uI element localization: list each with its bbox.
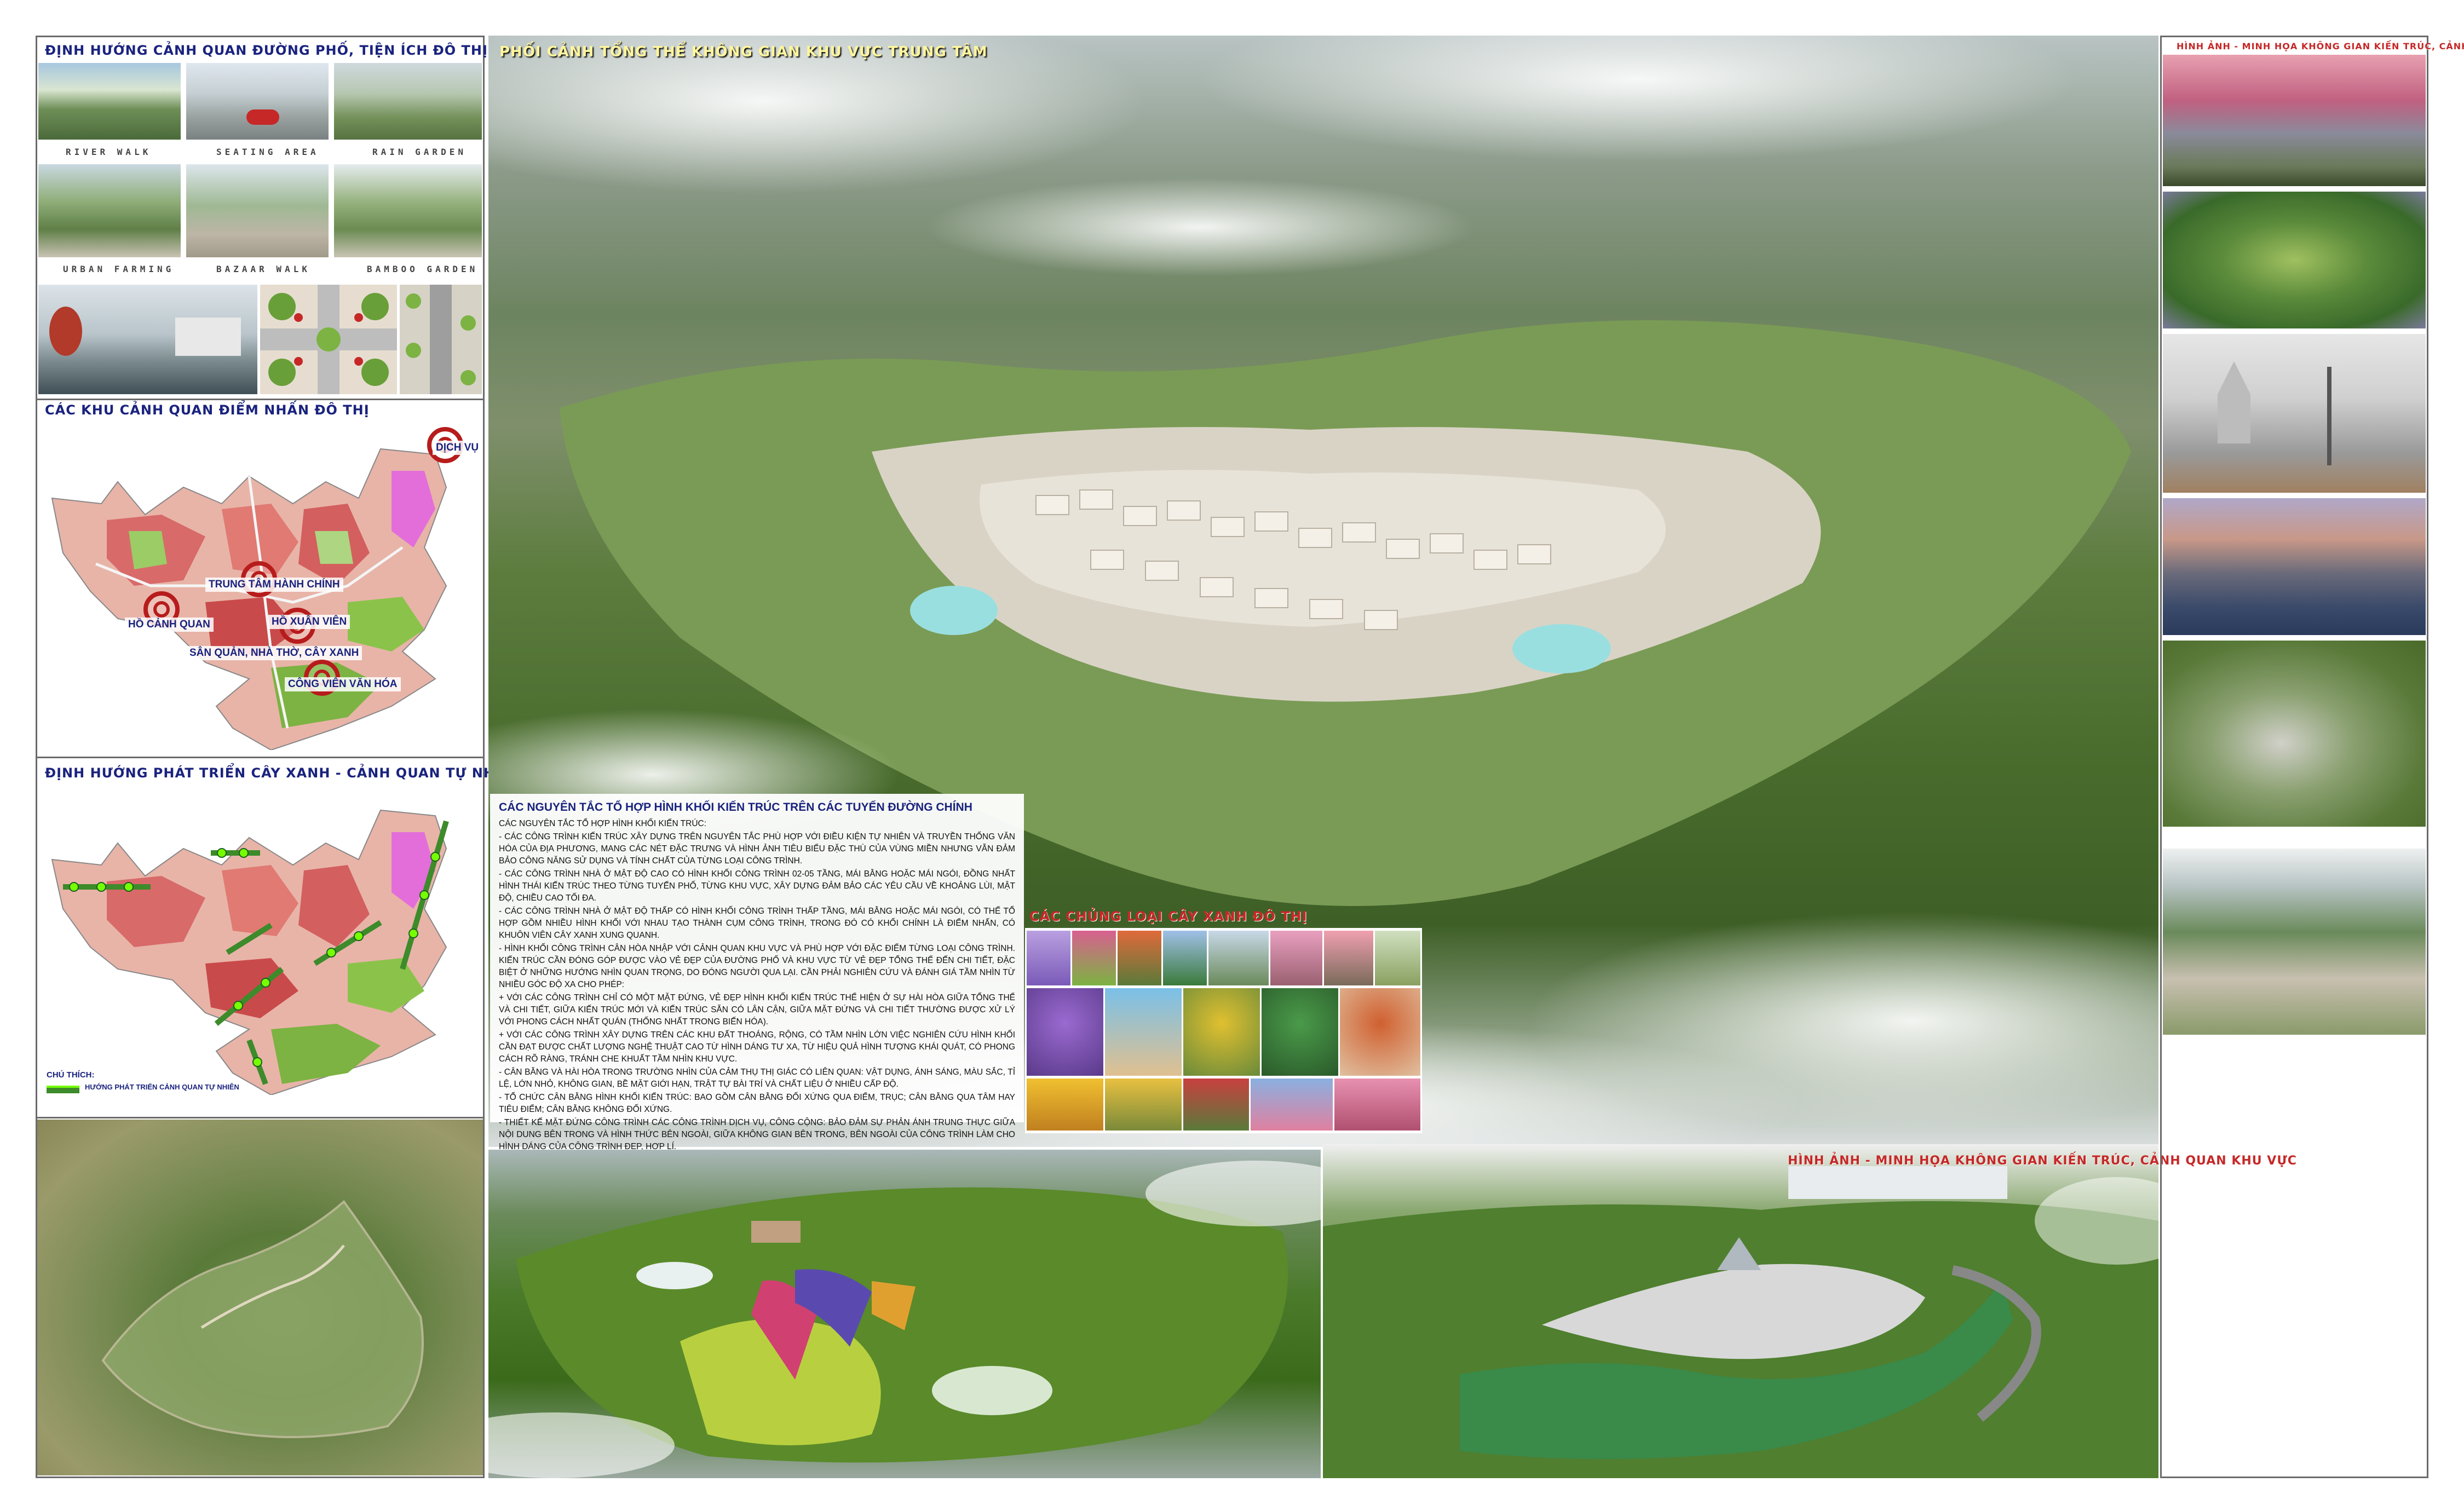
right-photo-4 — [2163, 498, 2426, 635]
principles-p1: - CÁC CÔNG TRÌNH KIẾN TRÚC XÂY DỰNG TRÊN… — [499, 832, 1015, 866]
green-legend-item: HƯỚNG PHÁT TRIỂN CẢNH QUAN TỰ NHIÊN — [85, 1083, 239, 1091]
photo-urban-farming — [38, 164, 181, 257]
divider-1 — [36, 399, 485, 400]
principles-p2: - CÁC CÔNG TRÌNH NHÀ Ở MẬT ĐỘ CAO CÓ HÌN… — [499, 869, 1015, 903]
principles-p3: - CÁC CÔNG TRÌNH NHÀ Ở MẬT ĐỘ THẤP CÓ HÌ… — [499, 907, 1015, 940]
divider-2 — [36, 757, 485, 758]
church-svg — [2218, 361, 2331, 465]
principles-p0: CÁC NGUYÊN TẮC TỔ HỢP HÌNH KHỐI KIẾN TRÚ… — [499, 819, 707, 828]
label-dich-vu: DỊCH VỤ — [433, 441, 482, 455]
tree-tile-4 — [1163, 931, 1207, 985]
tree-tile-1 — [1027, 931, 1070, 985]
green-map — [41, 788, 479, 1096]
bottom-center-svg — [488, 1161, 1321, 1478]
photo-street-plan — [400, 285, 482, 394]
principles-p8: - TỔ CHỨC CÂN BẰNG HÌNH KHỐI KIẾN TRÚC: … — [499, 1093, 1015, 1114]
bottom-center-render — [488, 1150, 1321, 1478]
red-bench — [246, 109, 279, 125]
tree-tile-5 — [1208, 931, 1269, 985]
tree-tile-18 — [1334, 1079, 1420, 1131]
tree-tile-10 — [1105, 988, 1182, 1076]
divider-3 — [36, 1117, 485, 1118]
right-column-title: HÌNH ẢNH - MINH HỌA KHÔNG GIAN KIẾN TRÚC… — [2177, 41, 2464, 51]
tree-tile-15 — [1105, 1079, 1182, 1131]
house-shape — [175, 318, 241, 356]
trees-title: CÁC CHỦNG LOẠI CÂY XANH ĐÔ THỊ — [1029, 909, 1308, 924]
right-photo-5 — [2163, 641, 2426, 827]
intersection-plan-svg — [260, 285, 397, 394]
green-legend-swatch — [47, 1086, 79, 1093]
tree-tile-16 — [1183, 1079, 1249, 1131]
tree-tile-7 — [1324, 931, 1373, 985]
photo-bamboo-garden — [334, 164, 482, 257]
right-photo-2 — [2163, 192, 2426, 328]
principles-p4: - HÌNH KHỐI CÔNG TRÌNH CÂN HÒA NHẬP VỚI … — [499, 944, 1015, 989]
caption-urban-farming: URBAN FARMING — [63, 264, 175, 274]
photo-intersection-plan — [260, 285, 397, 394]
street-plan-svg — [406, 285, 476, 394]
tree-tile-13 — [1340, 988, 1420, 1076]
tree-tile-11 — [1183, 988, 1260, 1076]
green-legend-title: CHÚ THÍCH: — [47, 1070, 95, 1080]
caption-rain-garden: RAIN GARDEN — [372, 147, 467, 157]
principles-title: CÁC NGUYÊN TẮC TỔ HỢP HÌNH KHỐI KIẾN TRÚ… — [499, 801, 972, 814]
caption-bazaar-walk: BAZAAR WALK — [216, 264, 310, 274]
caption-seating-area: SEATING AREA — [216, 147, 319, 157]
photo-seating-area — [186, 63, 329, 140]
green-panel-title: ĐỊNH HƯỚNG PHÁT TRIỂN CÂY XANH - CẢNH QU… — [45, 765, 522, 781]
label-trung-tam: TRUNG TÂM HÀNH CHÍNH — [205, 578, 343, 592]
bottom-right-svg — [1323, 1166, 2158, 1478]
tree-tile-9 — [1027, 988, 1103, 1076]
caption-bamboo-garden: BAMBOO GARDEN — [367, 264, 479, 274]
right-photo-6 — [2163, 849, 2426, 1035]
photo-street-perspective — [38, 285, 257, 394]
right-photo-1 — [2163, 55, 2426, 186]
right-photo-3 — [2163, 334, 2426, 493]
photo-river-walk — [38, 63, 181, 140]
landmarks-panel-title: CÁC KHU CẢNH QUAN ĐIỂM NHẤN ĐÔ THỊ — [45, 402, 370, 418]
street-panel-title: ĐỊNH HƯỚNG CẢNH QUAN ĐƯỜNG PHỐ, TIỆN ÍCH… — [45, 43, 488, 58]
principles-p7: - CÂN BẰNG VÀ HÀI HÒA TRONG TRƯỜNG NHÌN … — [499, 1068, 1015, 1089]
principles-p6: + VỚI CÁC CÔNG TRÌNH XÂY DỰNG TRÊN CÁC K… — [499, 1030, 1015, 1064]
label-ho-xuan-vien: HỒ XUÂN VIÊN — [268, 615, 350, 629]
label-cong-vien: CÔNG VIÊN VĂN HÓA — [285, 677, 401, 691]
principles-p9: - THIẾT KẾ MẶT ĐỨNG CÔNG TRÌNH CÁC CÔNG … — [499, 1118, 1015, 1151]
principles-p5: + VỚI CÁC CÔNG TRÌNH CHỈ CÓ MỘT MẶT ĐỨNG… — [499, 993, 1015, 1026]
tree-tile-3 — [1118, 931, 1161, 985]
photo-bazaar-walk — [186, 164, 329, 257]
label-ho-canh-quan: HỒ CẢNH QUAN — [125, 618, 214, 632]
satellite-svg — [101, 1200, 424, 1438]
tree-tile-14 — [1027, 1079, 1103, 1131]
bottom-right-render — [1323, 1144, 2158, 1478]
photo-satellite — [37, 1120, 483, 1475]
principles-box: CÁC NGUYÊN TẮC TỔ HỢP HÌNH KHỐI KIẾN TRÚ… — [490, 794, 1024, 1151]
tree-tile-6 — [1270, 931, 1322, 985]
tree-tile-12 — [1262, 988, 1338, 1076]
caption-river-walk: RIVER WALK — [66, 147, 152, 157]
red-tree — [49, 307, 82, 356]
label-san-quan: SÂN QUẢN, NHÀ THỜ, CÂY XANH — [186, 646, 362, 660]
tree-tile-2 — [1072, 931, 1116, 985]
center-title: PHỐI CẢNH TỔNG THỂ KHÔNG GIAN KHU VỰC TR… — [499, 44, 988, 60]
photo-rain-garden — [334, 63, 482, 140]
tree-tile-8 — [1375, 931, 1420, 985]
green-map-svg — [51, 809, 449, 1096]
tree-tile-17 — [1251, 1079, 1333, 1131]
